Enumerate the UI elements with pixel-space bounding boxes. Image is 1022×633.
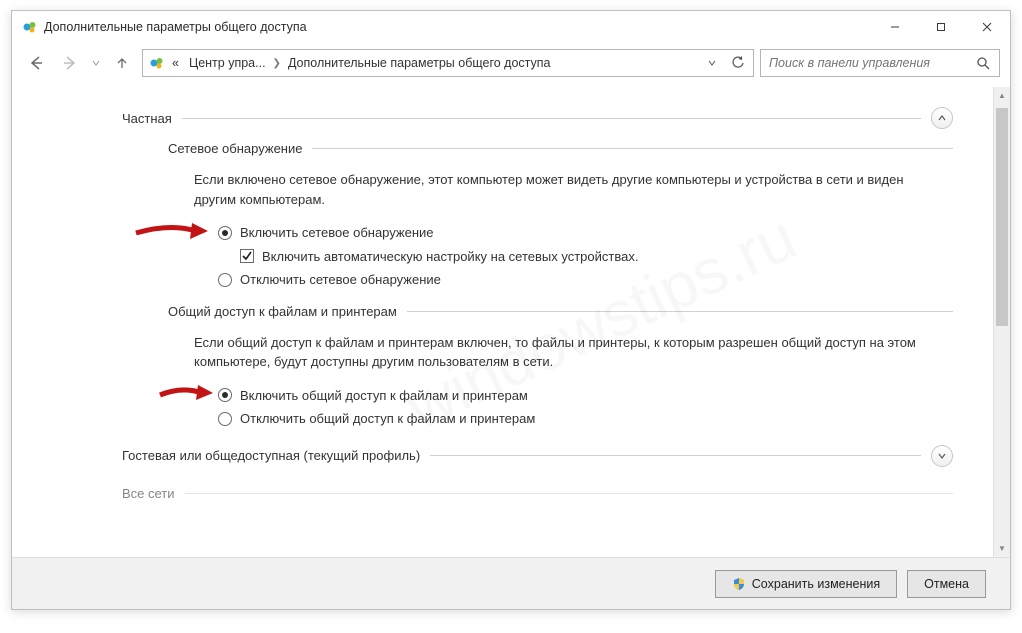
profile-header-guest: Гостевая или общедоступная (текущий проф… (122, 445, 953, 467)
scroll-down-icon[interactable]: ▼ (994, 540, 1010, 557)
radio-icon (218, 273, 232, 287)
scroll-thumb[interactable] (996, 108, 1008, 326)
app-icon (22, 19, 38, 35)
up-button[interactable] (108, 49, 136, 77)
network-discovery-description: Если включено сетевое обнаружение, этот … (194, 170, 947, 209)
titlebar-controls (872, 12, 1010, 42)
profile-header-private: Частная (122, 107, 953, 129)
radio-network-discovery-on[interactable]: Включить сетевое обнаружение (218, 223, 947, 243)
annotation-arrow-icon (158, 380, 216, 406)
breadcrumb-prefix[interactable]: « (169, 54, 182, 72)
window-frame: Дополнительные параметры общего доступа (11, 10, 1011, 610)
profile-title-guest: Гостевая или общедоступная (текущий проф… (122, 448, 420, 463)
save-button-label: Сохранить изменения (752, 577, 880, 591)
radio-icon (218, 412, 232, 426)
radio-label: Включить сетевое обнаружение (240, 223, 434, 243)
footer: Сохранить изменения Отмена (12, 557, 1010, 609)
save-button[interactable]: Сохранить изменения (715, 570, 897, 598)
back-button[interactable] (22, 49, 50, 77)
search-input[interactable] (767, 55, 969, 71)
navigation-bar: « Центр упра... ❯ Дополнительные парамет… (12, 43, 1010, 87)
address-icon (149, 55, 165, 71)
breadcrumb-item-1[interactable]: Центр упра... (186, 54, 269, 72)
address-dropdown-button[interactable] (701, 52, 723, 74)
search-icon[interactable] (973, 53, 993, 73)
breadcrumb-separator: ❯ (273, 58, 281, 69)
forward-button[interactable] (56, 49, 84, 77)
search-box[interactable] (760, 49, 1000, 77)
scroll-track[interactable] (994, 104, 1010, 540)
radio-network-discovery-off[interactable]: Отключить сетевое обнаружение (218, 270, 947, 290)
cancel-button-label: Отмена (924, 577, 969, 591)
history-dropdown[interactable] (90, 59, 102, 67)
radio-label: Включить общий доступ к файлам и принтер… (240, 386, 528, 406)
shield-icon (732, 577, 746, 591)
titlebar: Дополнительные параметры общего доступа (12, 11, 1010, 43)
radio-icon (218, 388, 232, 402)
section-header-file-sharing: Общий доступ к файлам и принтерам (168, 304, 953, 319)
window-title: Дополнительные параметры общего доступа (44, 20, 872, 34)
file-sharing-description: Если общий доступ к файлам и принтерам в… (194, 333, 947, 372)
section-header-network-discovery: Сетевое обнаружение (168, 141, 953, 156)
radio-file-sharing-on[interactable]: Включить общий доступ к файлам и принтер… (218, 386, 947, 406)
checkbox-label: Включить автоматическую настройку на сет… (262, 247, 638, 267)
address-bar[interactable]: « Центр упра... ❯ Дополнительные парамет… (142, 49, 754, 77)
scroll-up-icon[interactable]: ▲ (994, 87, 1010, 104)
checkbox-icon (240, 249, 254, 263)
radio-file-sharing-off[interactable]: Отключить общий доступ к файлам и принте… (218, 409, 947, 429)
content-area: windowstips.ru Частная Сетевое обнаружен… (12, 87, 993, 557)
expand-button-guest[interactable] (931, 445, 953, 467)
collapse-button-private[interactable] (931, 107, 953, 129)
radio-label: Отключить общий доступ к файлам и принте… (240, 409, 535, 429)
cancel-button[interactable]: Отмена (907, 570, 986, 598)
close-button[interactable] (964, 12, 1010, 42)
profile-title-all: Все сети (122, 487, 175, 501)
refresh-button[interactable] (727, 52, 749, 74)
profile-header-all: Все сети (122, 487, 953, 501)
radio-icon (218, 226, 232, 240)
maximize-button[interactable] (918, 12, 964, 42)
breadcrumb-item-2[interactable]: Дополнительные параметры общего доступа (285, 54, 554, 72)
minimize-button[interactable] (872, 12, 918, 42)
vertical-scrollbar[interactable]: ▲ ▼ (993, 87, 1010, 557)
annotation-arrow-icon (134, 217, 212, 245)
checkbox-auto-setup[interactable]: Включить автоматическую настройку на сет… (240, 247, 947, 267)
profile-title-private: Частная (122, 111, 172, 126)
radio-label: Отключить сетевое обнаружение (240, 270, 441, 290)
